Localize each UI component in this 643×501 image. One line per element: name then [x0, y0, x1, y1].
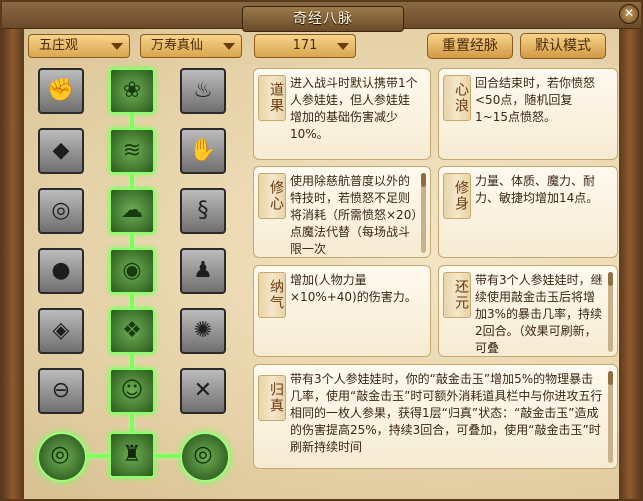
sect-dropdown[interactable]: 五庄观	[28, 34, 130, 58]
crystal-icon: ❖	[122, 318, 142, 343]
meridian-skill-slot[interactable]: ❀	[109, 68, 155, 114]
meridian-skill-slot[interactable]: ☁	[109, 188, 155, 234]
talent-description: 带有3个人参娃娃时，你的“敲金击玉”增加5%的物理暴击几率，使用“敲金击玉”时可…	[290, 372, 603, 454]
talent-tag: 还元	[443, 272, 471, 318]
talent-tag: 道果	[258, 75, 286, 121]
talent-tag: 归真	[258, 375, 286, 421]
talent-card[interactable]: 归真 带有3个人参娃娃时，你的“敲金击玉”增加5%的物理暴击几率，使用“敲金击玉…	[253, 364, 618, 469]
lotus-icon: ❀	[122, 78, 142, 103]
meridian-skill-slot[interactable]: ✺	[180, 308, 226, 354]
talent-description: 增加(人物力量×10%+40)的伤害力。	[290, 273, 417, 304]
cloud-swirl-icon: ☁	[121, 198, 143, 223]
talent-card[interactable]: 心浪 回合结束时，若你愤怒<50点，随机回复1~15点愤怒。	[438, 68, 618, 160]
sect-dropdown-value: 五庄观	[39, 38, 79, 53]
talent-card[interactable]: 修身 力量、体质、魔力、耐力、敏捷均增加14点。	[438, 166, 618, 258]
window-title: 奇经八脉	[242, 6, 404, 32]
meridian-skill-slot[interactable]: ◉	[109, 248, 155, 294]
face-icon: ☺	[120, 378, 144, 403]
rock-icon: ◆	[52, 138, 70, 163]
cauldron-icon: ♨	[193, 78, 213, 103]
meridian-skill-slot[interactable]: ◎	[180, 432, 230, 482]
scroll-thumb[interactable]	[608, 272, 613, 286]
scrollbar[interactable]	[608, 371, 613, 463]
meridian-skill-slot[interactable]: ◎	[37, 432, 87, 482]
talent-card[interactable]: 还元 带有3个人参娃娃时，继续使用敲金击玉后将增加3%的暴击几率，持续2回合。（…	[438, 265, 618, 357]
meridian-skill-slot[interactable]: ☺	[109, 368, 155, 414]
meridian-skill-slot[interactable]: ⊖	[38, 368, 84, 414]
round-left-icon: ◎	[50, 442, 70, 467]
orb-icon: ◉	[122, 258, 142, 283]
meridian-skill-slot[interactable]: ✕	[180, 368, 226, 414]
meridian-skill-slot[interactable]: ♜	[109, 432, 155, 478]
serpent-icon: §	[197, 198, 209, 223]
talent-card[interactable]: 修心 使用除慈航普度以外的特技时，若愤怒不足则将消耗（所需愤怒×20）点魔法代替…	[253, 166, 431, 258]
frame-left	[2, 2, 24, 499]
level-dropdown[interactable]: 171	[254, 34, 356, 58]
talent-card[interactable]: 纳气 增加(人物力量×10%+40)的伤害力。	[253, 265, 431, 357]
scrollbar[interactable]	[608, 272, 613, 352]
talent-description: 带有3个人参娃娃时，继续使用敲金击玉后将增加3%的暴击几率，持续2回合。（效果可…	[475, 273, 603, 355]
totem-icon: ♜	[122, 442, 142, 467]
eye-icon: ◎	[51, 198, 71, 223]
fist-icon: ✊	[47, 78, 75, 103]
palm-icon: ✋	[189, 138, 217, 163]
round-right-icon: ◎	[193, 442, 213, 467]
talent-card[interactable]: 道果 进入战斗时默认携带1个人参娃娃，但人参娃娃增加的基础伤害减少10%。	[253, 68, 431, 160]
meridian-skill-slot[interactable]: ●	[38, 248, 84, 294]
meridian-skill-slot[interactable]: ♨	[180, 68, 226, 114]
chevron-down-icon	[337, 43, 349, 50]
swirl-icon: ✺	[193, 318, 213, 343]
figure-icon: ♟	[193, 258, 213, 283]
talent-description: 使用除慈航普度以外的特技时，若愤怒不足则将消耗（所需愤怒×20）点魔法代替（每场…	[290, 174, 418, 256]
school-dropdown-value: 万寿真仙	[151, 38, 204, 53]
level-dropdown-value: 171	[292, 38, 318, 53]
school-dropdown[interactable]: 万寿真仙	[140, 34, 242, 58]
default-mode-button[interactable]: 默认模式	[520, 33, 606, 59]
meridian-skill-slot[interactable]: ❖	[109, 308, 155, 354]
meridian-skill-slot[interactable]: ✋	[180, 128, 226, 174]
talent-description: 回合结束时，若你愤怒<50点，随机回复1~15点愤怒。	[475, 76, 596, 124]
meridian-skill-slot[interactable]: §	[180, 188, 226, 234]
meridian-skill-slot[interactable]: ◆	[38, 128, 84, 174]
meridian-skill-slot[interactable]: ♟	[180, 248, 226, 294]
meridian-skill-slot[interactable]: ◎	[38, 188, 84, 234]
talent-tag: 修心	[258, 173, 286, 219]
talent-tag: 心浪	[443, 75, 471, 121]
reset-meridian-button[interactable]: 重置经脉	[427, 33, 513, 59]
scroll-thumb[interactable]	[421, 173, 426, 187]
wave-icon: ≋	[122, 138, 142, 163]
cross-icon: ✕	[193, 378, 213, 403]
chevron-down-icon	[223, 43, 235, 50]
scroll-thumb[interactable]	[608, 371, 613, 385]
circle-bar-icon: ⊖	[51, 378, 71, 403]
chevron-down-icon	[111, 43, 123, 50]
talent-tag: 修身	[443, 173, 471, 219]
meridian-skill-slot[interactable]: ✊	[38, 68, 84, 114]
meridian-window: 奇经八脉 ✕ 五庄观 万寿真仙 171 重置经脉 默认模式 ✊ ❀ ♨ ◆ ≋ ✋ ◎ ☁ § ●…	[0, 0, 643, 501]
meridian-skill-slot[interactable]: ◈	[38, 308, 84, 354]
close-button[interactable]: ✕	[619, 4, 639, 24]
meridian-skill-slot[interactable]: ≋	[109, 128, 155, 174]
talent-tag: 纳气	[258, 272, 286, 318]
boulders-icon: ●	[51, 258, 71, 283]
talent-description: 力量、体质、魔力、耐力、敏捷均增加14点。	[475, 174, 599, 205]
close-icon: ✕	[623, 6, 635, 20]
stones-icon: ◈	[52, 318, 70, 343]
frame-right	[619, 2, 641, 499]
scrollbar[interactable]	[421, 173, 426, 253]
talent-description: 进入战斗时默认携带1个人参娃娃，但人参娃娃增加的基础伤害减少10%。	[290, 76, 418, 141]
